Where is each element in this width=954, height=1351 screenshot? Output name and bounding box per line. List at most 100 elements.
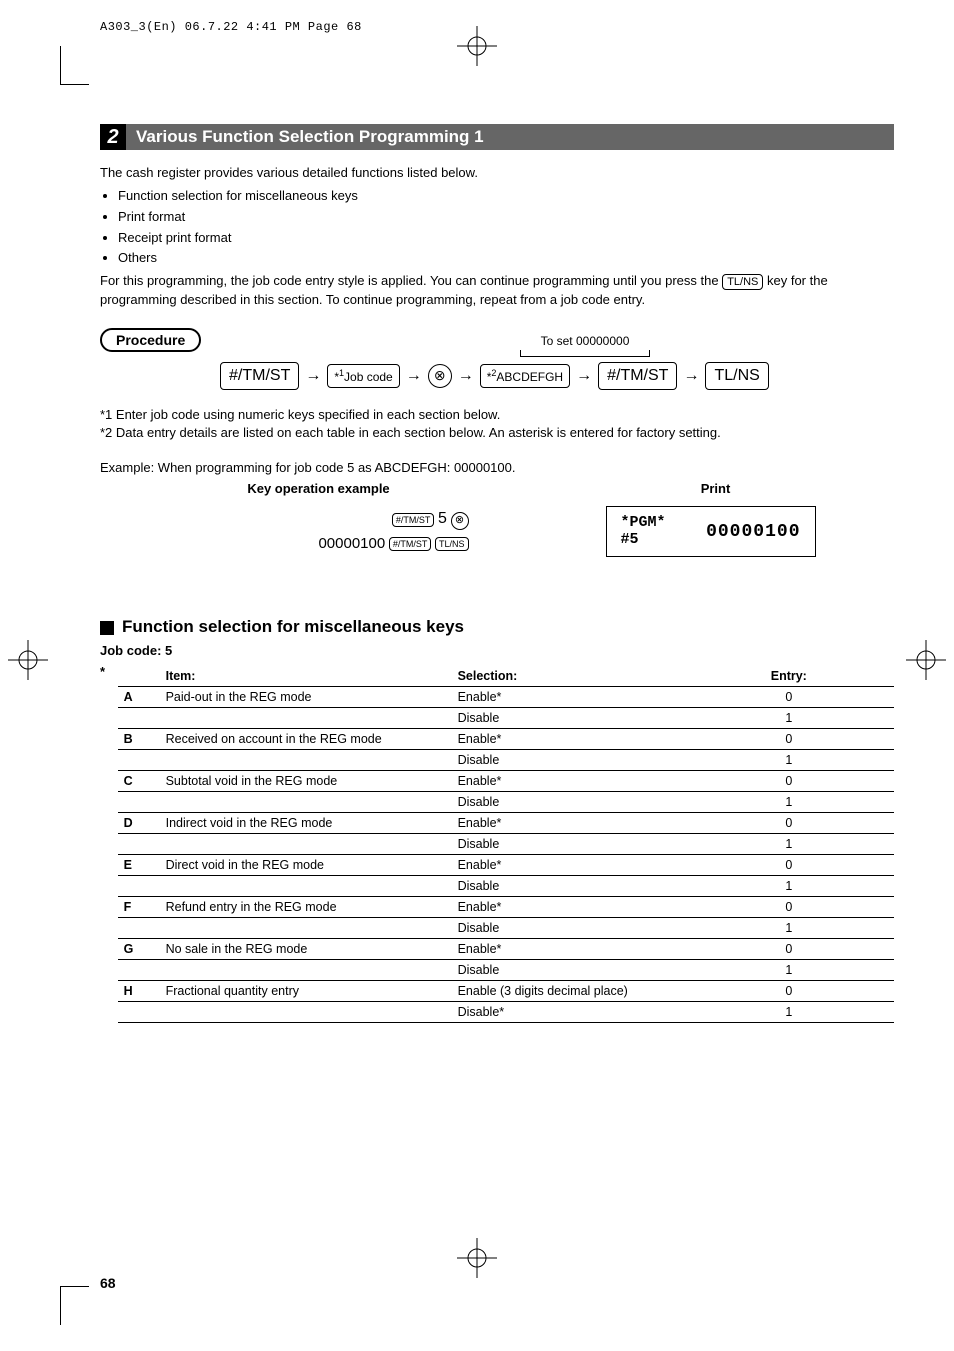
- col-entry: Entry:: [684, 666, 894, 687]
- row-entry: 1: [684, 918, 894, 939]
- example-columns: Key operation example #/TM/ST 5 ⊗ 000001…: [100, 481, 894, 557]
- print-left: *PGM* #5: [621, 515, 666, 548]
- table-row: Disable*1: [118, 1002, 894, 1023]
- row-item: [160, 834, 452, 855]
- table-row: Disable1: [118, 960, 894, 981]
- row-item: No sale in the REG mode: [160, 939, 452, 960]
- row-letter: A: [118, 687, 160, 708]
- row-selection: Enable*: [452, 855, 684, 876]
- table-row: GNo sale in the REG modeEnable*0: [118, 939, 894, 960]
- key-operation-col: Key operation example #/TM/ST 5 ⊗ 000001…: [169, 481, 469, 556]
- page: A303_3(En) 06.7.22 4:41 PM Page 68 2 Var…: [0, 0, 954, 1351]
- row-entry: 1: [684, 960, 894, 981]
- row-entry: 1: [684, 708, 894, 729]
- row-item: [160, 792, 452, 813]
- multiply-key-icon: ⊗: [451, 512, 469, 530]
- row-letter: [118, 1002, 160, 1023]
- multiply-key-icon: ⊗: [428, 364, 452, 388]
- row-entry: 0: [684, 855, 894, 876]
- tlns-key-icon: TL/NS: [435, 537, 469, 551]
- table-row: Disable1: [118, 876, 894, 897]
- settings-table: Item: Selection: Entry: APaid-out in the…: [118, 666, 894, 1023]
- subsection-title: Function selection for miscellaneous key…: [122, 617, 464, 636]
- row-selection: Enable (3 digits decimal place): [452, 981, 684, 1002]
- row-item: [160, 708, 452, 729]
- row-item: Paid-out in the REG mode: [160, 687, 452, 708]
- print-header: A303_3(En) 06.7.22 4:41 PM Page 68: [100, 20, 894, 34]
- footnote-1: *1 Enter job code using numeric keys spe…: [100, 406, 894, 424]
- example-text: Example: When programming for job code 5…: [100, 460, 894, 475]
- arrow-icon: →: [406, 367, 422, 385]
- table-row: HFractional quantity entryEnable (3 digi…: [118, 981, 894, 1002]
- row-selection: Disable: [452, 750, 684, 771]
- arrow-icon: →: [576, 367, 592, 385]
- keyop-digit: 5: [438, 510, 447, 527]
- to-set-bracket: [520, 350, 650, 357]
- procedure-flow: To set 00000000 #/TM/ST → *1Job code → ⊗…: [220, 362, 894, 390]
- flow-abcdefgh: *2ABCDEFGH: [480, 364, 570, 388]
- table-row: Disable1: [118, 750, 894, 771]
- row-entry: 1: [684, 834, 894, 855]
- job-code-label: Job code: 5: [100, 643, 894, 658]
- page-number: 68: [100, 1275, 116, 1291]
- row-item: [160, 918, 452, 939]
- row-selection: Enable*: [452, 771, 684, 792]
- row-item: Direct void in the REG mode: [160, 855, 452, 876]
- section-number: 2: [100, 124, 126, 150]
- row-selection: Disable*: [452, 1002, 684, 1023]
- crop-mark-top: [457, 26, 497, 69]
- list-item: Print format: [118, 208, 894, 227]
- arrow-icon: →: [683, 367, 699, 385]
- settings-table-wrap: * Item: Selection: Entry: APaid-out in t…: [100, 658, 894, 1023]
- intro-text: The cash register provides various detai…: [100, 164, 894, 310]
- intro-line: The cash register provides various detai…: [100, 164, 894, 183]
- para2: For this programming, the job code entry…: [100, 272, 894, 310]
- table-row: Disable1: [118, 708, 894, 729]
- crop-mark-right: [906, 640, 946, 683]
- table-row: EDirect void in the REG modeEnable*0: [118, 855, 894, 876]
- row-entry: 1: [684, 876, 894, 897]
- row-entry: 0: [684, 687, 894, 708]
- flow-key-tmst-2: #/TM/ST: [598, 362, 677, 390]
- row-letter: [118, 834, 160, 855]
- row-letter: [118, 792, 160, 813]
- row-item: Subtotal void in the REG mode: [160, 771, 452, 792]
- row-selection: Disable: [452, 876, 684, 897]
- feature-list: Function selection for miscellaneous key…: [100, 187, 894, 268]
- row-item: [160, 750, 452, 771]
- asterisk-marker: *: [100, 658, 118, 1023]
- key-operation-example: #/TM/ST 5 ⊗ 00000100 #/TM/ST TL/NS: [169, 506, 469, 556]
- row-entry: 0: [684, 981, 894, 1002]
- print-col: Print *PGM* #5 00000100: [606, 481, 826, 557]
- row-entry: 1: [684, 750, 894, 771]
- flow-jobcode: *1Job code: [327, 364, 399, 388]
- row-selection: Disable: [452, 918, 684, 939]
- print-receipt: *PGM* #5 00000100: [606, 506, 816, 557]
- para2a: For this programming, the job code entry…: [100, 273, 719, 288]
- table-row: FRefund entry in the REG modeEnable*0: [118, 897, 894, 918]
- row-entry: 1: [684, 1002, 894, 1023]
- list-item: Function selection for miscellaneous key…: [118, 187, 894, 206]
- row-selection: Disable: [452, 960, 684, 981]
- row-item: Indirect void in the REG mode: [160, 813, 452, 834]
- section-header: 2 Various Function Selection Programming…: [100, 124, 894, 150]
- row-entry: 0: [684, 771, 894, 792]
- col-selection: Selection:: [452, 666, 684, 687]
- row-letter: [118, 918, 160, 939]
- row-letter: [118, 960, 160, 981]
- row-selection: Enable*: [452, 939, 684, 960]
- key-operation-heading: Key operation example: [169, 481, 469, 496]
- corner-mark-tl: [60, 56, 89, 85]
- corner-mark-bl: [60, 1286, 89, 1315]
- procedure-label: Procedure: [100, 328, 201, 352]
- tmst-key-icon: #/TM/ST: [392, 513, 435, 527]
- to-set-text: To set 00000000: [541, 334, 630, 348]
- flow-key-tmst-1: #/TM/ST: [220, 362, 299, 390]
- print-jobnum: #5: [621, 532, 666, 549]
- row-entry: 1: [684, 792, 894, 813]
- row-item: Refund entry in the REG mode: [160, 897, 452, 918]
- subsection-heading: Function selection for miscellaneous key…: [100, 617, 894, 637]
- row-letter: B: [118, 729, 160, 750]
- keyop-number: 00000100: [318, 535, 385, 552]
- print-heading: Print: [606, 481, 826, 496]
